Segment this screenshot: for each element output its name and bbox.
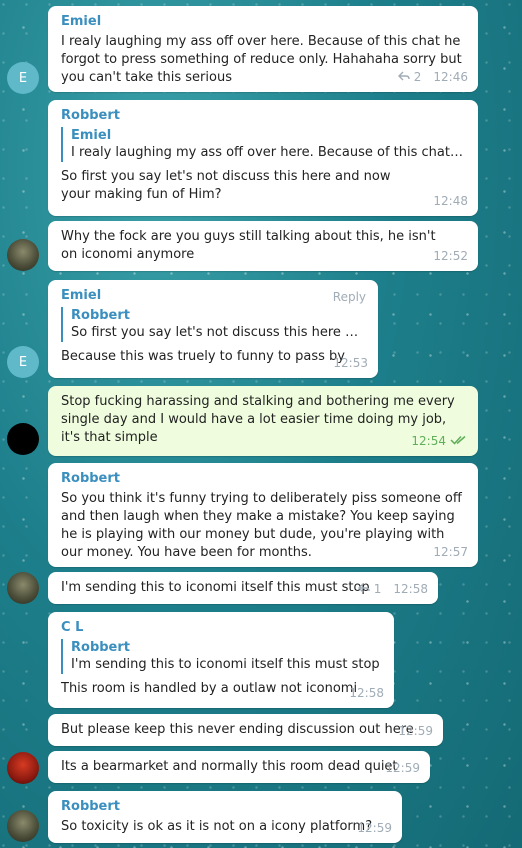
avatar-own[interactable] bbox=[7, 423, 39, 455]
message-time: 12:59 bbox=[357, 821, 392, 835]
message-time: 12:58 bbox=[393, 582, 428, 596]
message-bubble[interactable]: Emiel Reply Robbert So first you say let… bbox=[48, 280, 378, 378]
sender-name[interactable]: Emiel bbox=[61, 13, 466, 31]
avatar-emiel[interactable]: E bbox=[7, 62, 39, 94]
reply-quote[interactable]: Robbert So first you say let's not discu… bbox=[61, 307, 366, 342]
message-bubble[interactable]: But please keep this never ending discus… bbox=[48, 714, 443, 746]
avatar-emiel[interactable]: E bbox=[7, 346, 39, 378]
message-bubble[interactable]: Emiel I realy laughing my ass off over h… bbox=[48, 6, 478, 92]
message-bubble[interactable]: C L Robbert I'm sending this to iconomi … bbox=[48, 612, 394, 708]
avatar-user-photo[interactable] bbox=[7, 239, 39, 271]
message-bubble[interactable]: Robbert So toxicity is ok as it is not o… bbox=[48, 791, 402, 843]
avatar-user-photo[interactable] bbox=[7, 572, 39, 604]
message-text: Stop fucking harassing and stalking and … bbox=[61, 394, 455, 445]
message-time: 12:59 bbox=[385, 761, 420, 775]
quote-author: Emiel bbox=[71, 128, 112, 143]
message-text: This room is handled by a outlaw not ico… bbox=[61, 681, 358, 696]
quote-text: I'm sending this to iconomi itself this … bbox=[71, 657, 380, 672]
message-text: Its a bearmarket and normally this room … bbox=[61, 759, 398, 774]
sender-name[interactable]: Robbert bbox=[61, 798, 390, 816]
quote-text: I realy laughing my ass off over here. B… bbox=[71, 145, 466, 160]
avatar-cl[interactable] bbox=[7, 752, 39, 784]
reply-count[interactable]: 2 bbox=[414, 68, 422, 86]
message-text: So toxicity is ok as it is not on a icon… bbox=[61, 819, 373, 834]
message-time: 12:54 bbox=[411, 434, 446, 448]
reply-quote[interactable]: Emiel I realy laughing my ass off over h… bbox=[61, 127, 466, 162]
message-time: 12:46 bbox=[433, 70, 468, 84]
message-bubble[interactable]: Its a bearmarket and normally this room … bbox=[48, 751, 430, 783]
sender-name[interactable]: Emiel bbox=[61, 287, 366, 305]
message-time: 12:58 bbox=[349, 686, 384, 700]
quote-author: Robbert bbox=[71, 640, 130, 655]
message-text: Because this was truely to funny to pass… bbox=[61, 349, 345, 364]
quote-text: So first you say let's not discuss this … bbox=[71, 325, 366, 340]
reply-button[interactable]: Reply bbox=[333, 288, 366, 306]
message-time: 12:53 bbox=[333, 356, 368, 370]
avatar-robbert[interactable] bbox=[7, 810, 39, 842]
message-time: 12:59 bbox=[398, 724, 433, 738]
reply-arrow-icon[interactable] bbox=[397, 68, 410, 86]
message-bubble[interactable]: Why the fock are you guys still talking … bbox=[48, 221, 478, 271]
own-message-bubble[interactable]: Stop fucking harassing and stalking and … bbox=[48, 386, 478, 456]
message-time: 12:57 bbox=[433, 545, 468, 559]
quote-author: Robbert bbox=[71, 308, 130, 323]
reply-quote[interactable]: Robbert I'm sending this to iconomi itse… bbox=[61, 639, 382, 674]
message-time: 12:48 bbox=[433, 194, 468, 208]
message-text: Why the fock are you guys still talking … bbox=[61, 229, 436, 262]
message-bubble[interactable]: I'm sending this to iconomi itself this … bbox=[48, 572, 438, 604]
message-text: So you think it's funny trying to delibe… bbox=[61, 491, 462, 560]
reply-arrow-icon[interactable] bbox=[357, 580, 370, 598]
message-bubble[interactable]: Robbert Emiel I realy laughing my ass of… bbox=[48, 100, 478, 216]
double-check-icon bbox=[450, 432, 468, 450]
message-bubble[interactable]: Robbert So you think it's funny trying t… bbox=[48, 463, 478, 567]
message-text: So first you say let's not discuss this … bbox=[61, 169, 391, 202]
sender-name[interactable]: Robbert bbox=[61, 107, 466, 125]
reply-count[interactable]: 1 bbox=[374, 580, 382, 598]
sender-name[interactable]: Robbert bbox=[61, 470, 466, 488]
sender-name[interactable]: C L bbox=[61, 619, 382, 637]
message-time: 12:52 bbox=[433, 249, 468, 263]
message-text: But please keep this never ending discus… bbox=[61, 722, 414, 737]
message-meta: 2 12:46 bbox=[397, 68, 468, 86]
